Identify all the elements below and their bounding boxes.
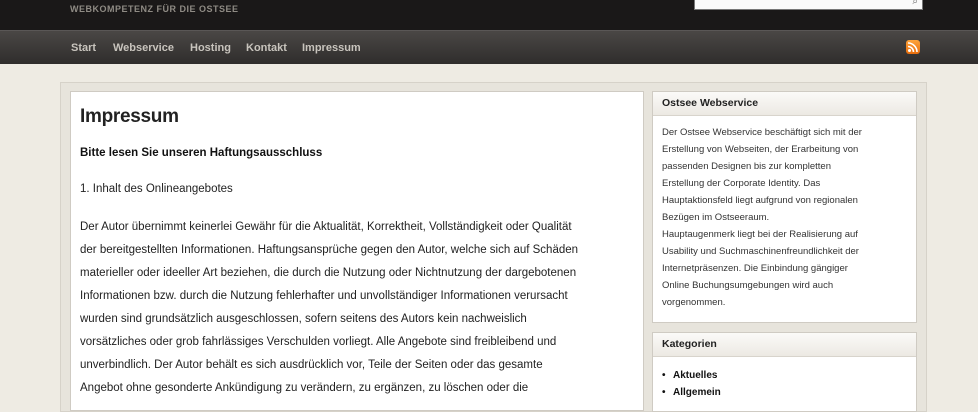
section-heading: 1. Inhalt des Onlineangebotes bbox=[80, 183, 233, 195]
categories-widget-title: Kategorien bbox=[653, 333, 916, 357]
site-header: WEBKOMPETENZ FÜR DIE OSTSEE ⌕ bbox=[0, 0, 978, 30]
nav-item-start[interactable]: Start bbox=[71, 42, 96, 54]
search-input[interactable]: ⌕ bbox=[694, 0, 923, 10]
paragraph-line: materieller oder ideeller Art beziehen, … bbox=[80, 267, 577, 279]
category-link-allgemein[interactable]: • Allgemein bbox=[662, 387, 721, 398]
main-nav: Start Webservice Hosting Kontakt Impress… bbox=[0, 30, 978, 64]
about-text-line: Online Buchungsumgebungen wird auch bbox=[662, 280, 834, 291]
about-text-line: passenden Designen bis zur kompletten bbox=[662, 161, 831, 172]
search-icon[interactable]: ⌕ bbox=[912, 0, 918, 7]
about-text-line: Hauptaktionsfeld liegt aufgrund von regi… bbox=[662, 195, 858, 206]
bullet-icon: • bbox=[662, 370, 666, 381]
about-widget: Ostsee Webservice Der Ostsee Webservice … bbox=[652, 91, 917, 323]
about-widget-title: Ostsee Webservice bbox=[653, 92, 916, 116]
paragraph-line: Angebot ohne gesonderte Ankündigung zu v… bbox=[80, 382, 529, 394]
category-label[interactable]: Aktuelles bbox=[673, 370, 717, 381]
about-text-line: Hauptaugenmerk liegt bei der Realisierun… bbox=[662, 229, 858, 240]
categories-widget: Kategorien • Aktuelles • Allgemein bbox=[652, 332, 917, 412]
nav-item-impressum[interactable]: Impressum bbox=[302, 42, 361, 54]
about-text-line: Erstellung der Corporate Identity. Das bbox=[662, 178, 821, 189]
disclaimer-heading: Bitte lesen Sie unseren Haftungsausschlu… bbox=[80, 147, 323, 159]
about-text-line: Internetpräsenzen. Die Einbindung gängig… bbox=[662, 263, 848, 274]
paragraph-line: Informationen bzw. durch die Nutzung feh… bbox=[80, 290, 568, 302]
about-text-line: vorgenommen. bbox=[662, 297, 726, 308]
paragraph-line: vorsätzliches oder grob fahrlässiges Ver… bbox=[80, 336, 557, 348]
nav-item-kontakt[interactable]: Kontakt bbox=[246, 42, 287, 54]
nav-item-webservice[interactable]: Webservice bbox=[113, 42, 174, 54]
about-text-line: Usability und Suchmaschinenfreundlichkei… bbox=[662, 246, 859, 257]
bullet-icon: • bbox=[662, 387, 666, 398]
page-title: Impressum bbox=[80, 106, 179, 127]
paragraph-line: der bereitgestellten Informationen. Haft… bbox=[80, 244, 579, 256]
about-text-line: Erstellung von Webseiten, der Erarbeitun… bbox=[662, 144, 859, 155]
rss-icon[interactable] bbox=[906, 40, 920, 54]
paragraph-line: unverbindlich. Der Autor behält es sich … bbox=[80, 359, 543, 371]
about-text-line: Der Ostsee Webservice beschäftigt sich m… bbox=[662, 127, 862, 138]
category-link-aktuelles[interactable]: • Aktuelles bbox=[662, 370, 717, 381]
paragraph-line: Der Autor übernimmt keinerlei Gewähr für… bbox=[80, 221, 572, 233]
category-label[interactable]: Allgemein bbox=[673, 387, 721, 398]
about-text-line: Bezügen im Ostseeraum. bbox=[662, 212, 770, 223]
main-content: Impressum Bitte lesen Sie unseren Haftun… bbox=[70, 91, 644, 411]
paragraph-line: wurden sind grundsätzlich ausgeschlossen… bbox=[80, 313, 527, 325]
nav-item-hosting[interactable]: Hosting bbox=[190, 42, 231, 54]
site-tagline: WEBKOMPETENZ FÜR DIE OSTSEE bbox=[70, 4, 239, 14]
